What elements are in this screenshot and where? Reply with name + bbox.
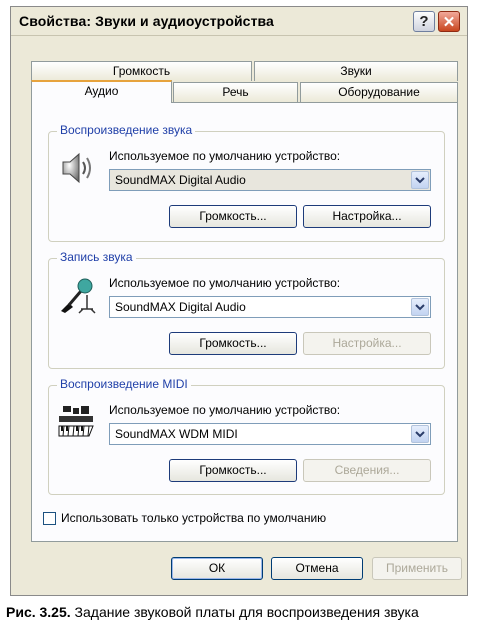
midi-about-button: Сведения... — [303, 459, 431, 482]
figure-caption: Рис. 3.25. Задание звуковой платы для во… — [6, 604, 419, 620]
figure-number: Рис. 3.25. — [6, 604, 71, 620]
tab-volume[interactable]: Громкость — [31, 61, 252, 81]
help-icon: ? — [419, 13, 429, 30]
close-icon: ✕ — [442, 13, 456, 31]
tab-speech[interactable]: Речь — [173, 82, 298, 102]
midi-keyboard-icon — [57, 402, 97, 442]
midi-device-select[interactable]: SoundMAX WDM MIDI — [109, 423, 431, 445]
sound-properties-dialog: Свойства: Звуки и аудиоустройства ? ✕ Гр… — [10, 6, 468, 596]
group-title: Воспроизведение MIDI — [57, 377, 191, 391]
audio-tab-panel: Воспроизведение звука Используемое по ум… — [31, 102, 458, 542]
dropdown-button[interactable] — [411, 425, 429, 443]
sound-recording-group: Запись звука Используемое по умолчанию у… — [48, 250, 445, 369]
select-value: SoundMAX WDM MIDI — [115, 427, 238, 441]
select-value: SoundMAX Digital Audio — [115, 173, 246, 187]
dropdown-button[interactable] — [411, 171, 429, 189]
close-button[interactable]: ✕ — [438, 11, 460, 32]
recording-settings-button: Настройка... — [303, 332, 431, 355]
tab-hardware[interactable]: Оборудование — [300, 82, 458, 102]
ok-button[interactable]: ОК — [171, 557, 263, 580]
default-devices-only-checkbox[interactable] — [43, 512, 56, 525]
recording-device-select[interactable]: SoundMAX Digital Audio — [109, 296, 431, 318]
default-device-label: Используемое по умолчанию устройство: — [109, 403, 341, 417]
playback-device-select[interactable]: SoundMAX Digital Audio — [109, 169, 431, 191]
chevron-down-icon — [415, 176, 425, 183]
apply-button: Применить — [372, 557, 462, 580]
checkbox-label[interactable]: Использовать только устройства по умолча… — [61, 511, 326, 525]
tab-audio[interactable]: Аудио — [31, 80, 172, 103]
midi-volume-button[interactable]: Громкость... — [169, 459, 297, 482]
chevron-down-icon — [415, 303, 425, 310]
default-device-label: Используемое по умолчанию устройство: — [109, 149, 341, 163]
cancel-button[interactable]: Отмена — [271, 557, 363, 580]
playback-volume-button[interactable]: Громкость... — [169, 205, 297, 228]
select-value: SoundMAX Digital Audio — [115, 300, 246, 314]
title-bar[interactable]: Свойства: Звуки и аудиоустройства ? ✕ — [11, 7, 467, 36]
recording-volume-button[interactable]: Громкость... — [169, 332, 297, 355]
playback-settings-button[interactable]: Настройка... — [303, 205, 431, 228]
caption-text: Задание звуковой платы для воспроизведен… — [70, 604, 419, 620]
midi-playback-group: Воспроизведение MIDI Используемое по умо… — [48, 377, 445, 495]
speaker-icon — [57, 148, 97, 188]
help-button[interactable]: ? — [413, 11, 435, 32]
group-title: Воспроизведение звука — [57, 123, 196, 137]
dropdown-button[interactable] — [411, 298, 429, 316]
sound-playback-group: Воспроизведение звука Используемое по ум… — [48, 123, 445, 242]
group-title: Запись звука — [57, 250, 136, 264]
chevron-down-icon — [415, 430, 425, 437]
microphone-icon — [57, 275, 97, 315]
tab-sounds[interactable]: Звуки — [254, 61, 458, 81]
default-device-label: Используемое по умолчанию устройство: — [109, 276, 341, 290]
window-title: Свойства: Звуки и аудиоустройства — [19, 13, 274, 29]
